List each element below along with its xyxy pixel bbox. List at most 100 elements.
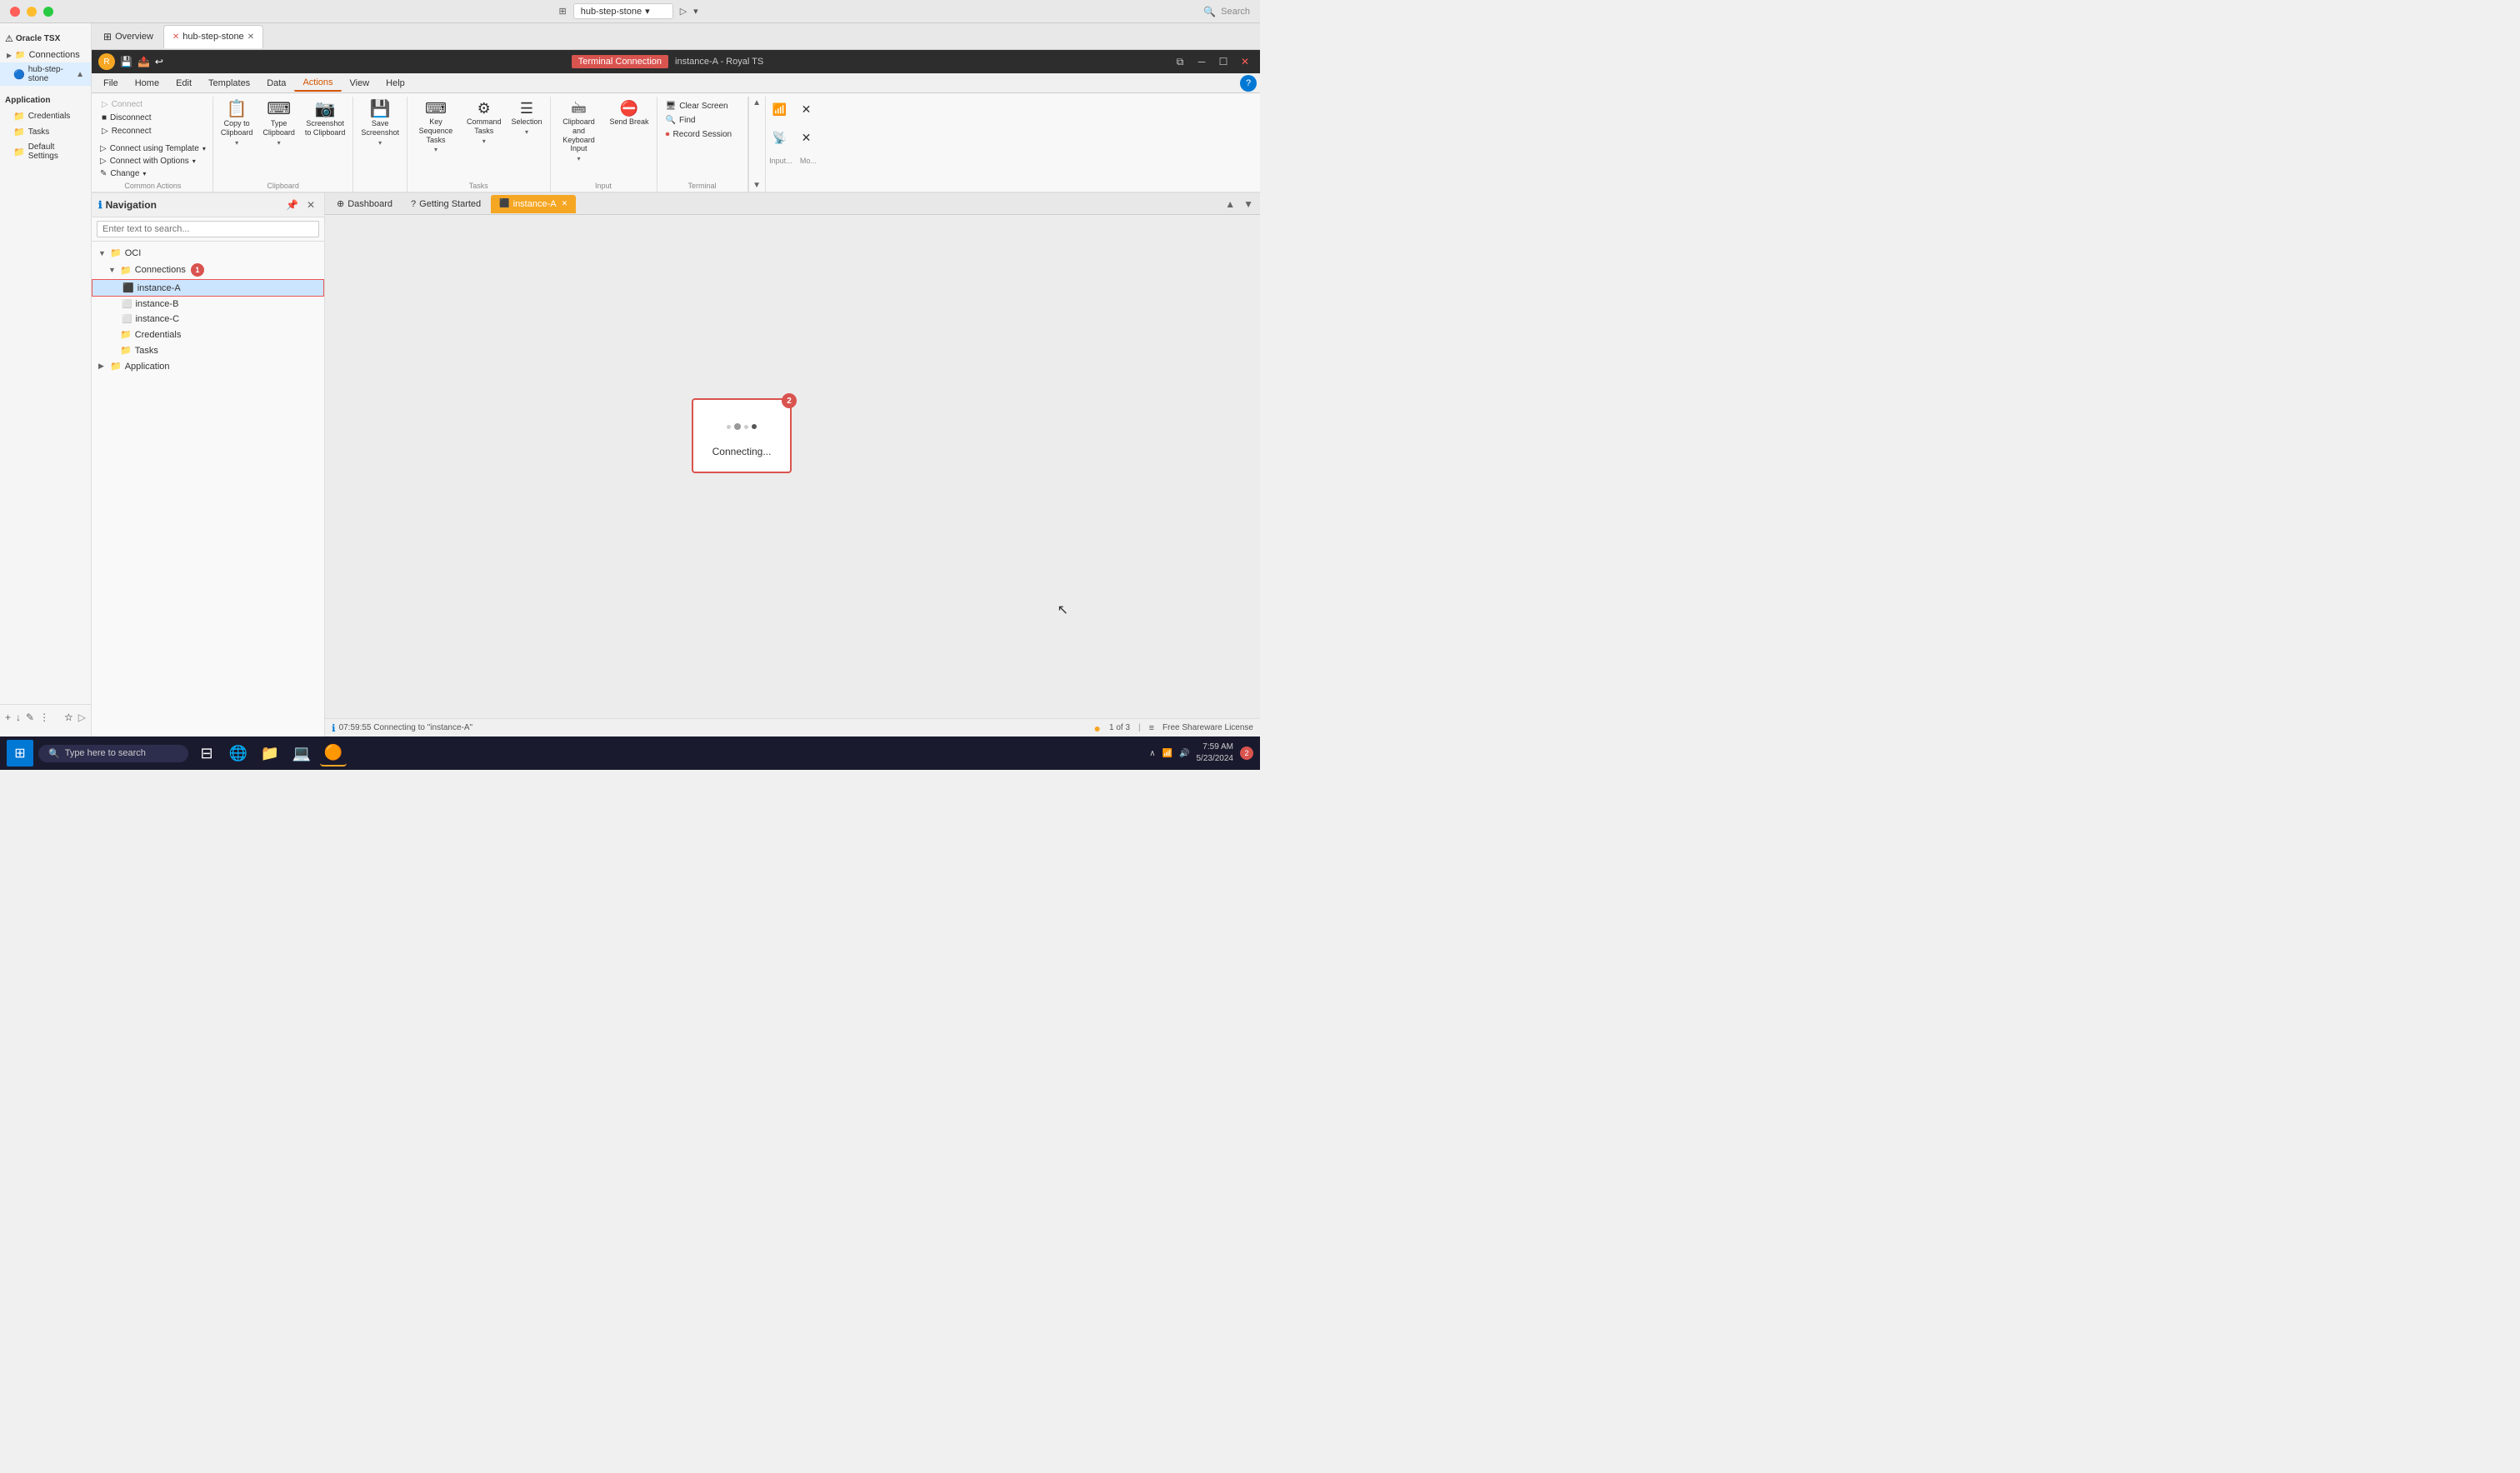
key-sequence-tasks-button[interactable]: ⌨ Key SequenceTasks ▾ [411, 98, 461, 156]
selection-button[interactable]: ☰ Selection ▾ [507, 98, 546, 142]
computer-name-dropdown[interactable]: hub-step-stone [581, 7, 642, 17]
record-session-button[interactable]: ⏺ Record Session [661, 128, 744, 141]
restore-window-button[interactable]: ⧉ [1172, 53, 1188, 70]
tree-item-instance-c[interactable]: ⬜ instance-C [92, 312, 324, 327]
taskbar-app-royal-ts[interactable]: 🟠 [320, 740, 347, 766]
mac-minimize-button[interactable] [27, 7, 37, 17]
tree-item-application[interactable]: ▶ 📁 Application [92, 358, 324, 374]
tree-item-instance-b[interactable]: ⬜ instance-B [92, 297, 324, 312]
change-button[interactable]: ✎ Change ▾ [97, 167, 209, 180]
play-icon[interactable]: ▷ [680, 6, 687, 17]
close-window-button[interactable]: ✕ [1237, 53, 1253, 70]
extra-btn-1[interactable]: 📡 [768, 128, 792, 153]
menu-templates[interactable]: Templates [200, 76, 258, 91]
instance-a-tab-close[interactable]: ✕ [562, 199, 568, 208]
sidebar-more-icon[interactable]: ⋮ [39, 712, 49, 723]
tab-more-arrow[interactable]: ▼ [1240, 198, 1257, 210]
nav-search-input[interactable] [97, 221, 319, 237]
sidebar-edit-icon[interactable]: ✎ [26, 712, 34, 723]
taskbar-app-terminal[interactable]: 💻 [288, 740, 315, 766]
sidebar-item-credentials[interactable]: 📁 Credentials [0, 108, 91, 124]
nav-pin-button[interactable]: 📌 [283, 198, 301, 212]
menu-help[interactable]: Help [378, 76, 413, 91]
sidebar-item-tasks[interactable]: 📁 Tasks [0, 124, 91, 140]
play-dropdown-arrow[interactable]: ▾ [693, 6, 698, 17]
sidebar-down-icon[interactable]: ↓ [16, 712, 21, 723]
start-button[interactable]: ⊞ [7, 740, 33, 766]
clear-screen-button[interactable]: 🖥 Clear Screen [661, 100, 744, 112]
send-break-button[interactable]: ⛔ Send Break [606, 98, 653, 142]
menu-edit[interactable]: Edit [168, 76, 200, 91]
copy-to-clipboard-button[interactable]: 📋 Copy toClipboard ▾ [217, 98, 258, 149]
taskbar-search[interactable]: 🔍 Type here to search [38, 745, 188, 762]
sidebar-item-connections[interactable]: ▶ 📁 Connections [0, 47, 91, 62]
menu-file[interactable]: File [95, 76, 127, 91]
mo-more-button[interactable]: ✕ [794, 100, 819, 125]
menu-data[interactable]: Data [258, 76, 294, 91]
command-tasks-button[interactable]: ⚙ CommandTasks ▾ [462, 98, 506, 147]
menu-actions[interactable]: Actions [294, 75, 341, 92]
sidebar-add-icon[interactable]: + [5, 712, 11, 723]
disconnect-button[interactable]: ■ Disconnect [97, 112, 209, 124]
network-icon: 📶 [1162, 749, 1172, 758]
sidebar-section-oracle-tsx[interactable]: ⚠ Oracle TSX [0, 30, 91, 47]
undo-icon[interactable]: ↩ [155, 56, 163, 67]
save-screenshot-arrow: ▾ [378, 139, 382, 147]
notification-badge[interactable]: 2 [1240, 746, 1253, 760]
clipboard-keyboard-button[interactable]: 🖮 Clipboardand KeyboardInput ▾ [554, 98, 604, 165]
tab-hub-step-stone[interactable]: ✕ hub-step-stone ✕ [163, 25, 263, 48]
screenshot-to-clipboard-button[interactable]: 📷 Screenshotto Clipboard [301, 98, 350, 142]
tab-collapse-arrow[interactable]: ▲ [1222, 198, 1238, 210]
sidebar-item-hub-step-stone[interactable]: 🔵 hub-step-stone ▲ [0, 62, 91, 86]
inner-tab-bar: ⊕ Dashboard ? Getting Started ⬛ instance… [325, 193, 1260, 215]
default-settings-label: Default Settings [28, 142, 84, 161]
maximize-window-button[interactable]: ☐ [1215, 53, 1232, 70]
extra-btn-2[interactable]: ✕ [794, 128, 819, 153]
input-more-button[interactable]: 📶 [768, 100, 792, 125]
input-more-icon: 📶 [772, 102, 787, 117]
toolbar-icon-1[interactable]: ⊞ [558, 6, 566, 17]
ribbon-scroll-up[interactable]: ▲ [752, 98, 761, 107]
nav-close-button[interactable]: ✕ [304, 198, 318, 212]
sidebar-play-icon[interactable]: ▷ [78, 712, 86, 723]
tab-close-icon[interactable]: ✕ [248, 32, 254, 42]
connect-template-button[interactable]: ▷ Connect using Template ▾ [97, 142, 209, 155]
find-button[interactable]: 🔍 Find [661, 114, 744, 127]
reconnect-button[interactable]: ▷ Reconnect [97, 125, 209, 137]
tree-item-credentials[interactable]: 📁 Credentials [92, 327, 324, 342]
menu-view[interactable]: View [342, 76, 378, 91]
sidebar-item-default-settings[interactable]: 📁 Default Settings [0, 140, 91, 163]
inner-tab-dashboard[interactable]: ⊕ Dashboard [328, 195, 401, 213]
taskbar-app-edge[interactable]: 🌐 [225, 740, 252, 766]
dropdown-arrow[interactable]: ▾ [645, 6, 650, 17]
selection-arrow: ▾ [525, 128, 528, 136]
sidebar-bookmark-icon[interactable]: ☆ [64, 712, 73, 723]
menu-home[interactable]: Home [127, 76, 168, 91]
tree-item-connections[interactable]: ▼ 📁 Connections 1 [92, 261, 324, 279]
mac-close-button[interactable] [10, 7, 20, 17]
search-label[interactable]: Search [1221, 7, 1250, 17]
dot-3 [744, 425, 748, 429]
inner-tab-getting-started[interactable]: ? Getting Started [402, 195, 489, 213]
save-icon[interactable]: 💾 [120, 56, 132, 67]
export-icon[interactable]: 📤 [138, 56, 150, 67]
type-clipboard-icon: ⌨ [267, 101, 291, 117]
tab-overview[interactable]: ⊞ Overview [95, 25, 162, 48]
taskbar-chevron-up[interactable]: ∧ [1149, 749, 1155, 758]
mac-maximize-button[interactable] [43, 7, 53, 17]
inner-tab-instance-a[interactable]: ⬛ instance-A ✕ [491, 195, 576, 213]
tree-item-instance-a[interactable]: ⬛ instance-A [92, 279, 324, 297]
sidebar-unpin-icon[interactable]: ▲ [76, 70, 84, 79]
minimize-window-button[interactable]: ─ [1193, 53, 1210, 70]
ribbon-scroll-down[interactable]: ▼ [752, 181, 761, 190]
window-title-text: instance-A - Royal TS [675, 57, 763, 67]
help-button[interactable]: ? [1240, 75, 1257, 92]
connect-options-button[interactable]: ▷ Connect with Options ▾ [97, 155, 209, 167]
tree-item-tasks[interactable]: 📁 Tasks [92, 342, 324, 358]
taskbar-app-explorer[interactable]: 📁 [257, 740, 283, 766]
type-clipboard-button[interactable]: ⌨ TypeClipboard ▾ [258, 98, 299, 149]
taskbar-app-taskview[interactable]: ⊟ [193, 740, 220, 766]
save-screenshot-button[interactable]: 💾 SaveScreenshot ▾ [357, 98, 403, 149]
tree-item-oci[interactable]: ▼ 📁 OCI [92, 245, 324, 261]
connecting-box: 2 Connecting... [692, 398, 792, 473]
